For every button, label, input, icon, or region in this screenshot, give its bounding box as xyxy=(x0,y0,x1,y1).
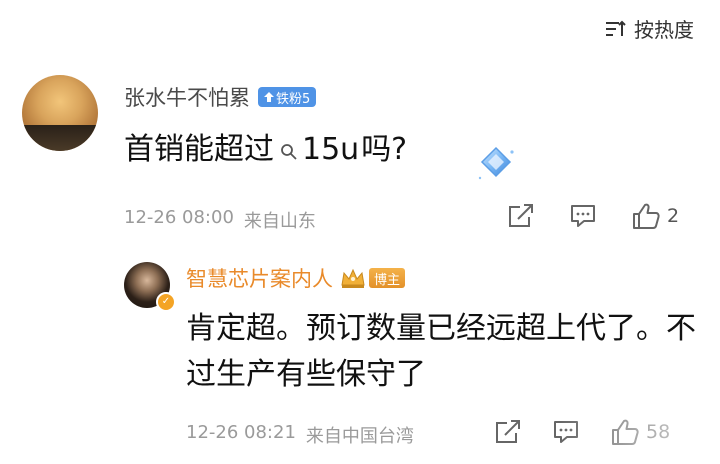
like-icon xyxy=(612,419,639,445)
reply-like-count: 58 xyxy=(646,421,671,443)
reply-username[interactable]: 智慧芯片案内人 xyxy=(186,263,333,293)
reply-timestamp: 12-26 08:21 xyxy=(186,422,296,443)
comment-author[interactable]: 张水牛不怕累 铁粉5 xyxy=(124,82,317,112)
reply-comment-button[interactable] xyxy=(552,419,580,445)
like-count: 2 xyxy=(667,205,680,227)
search-icon[interactable] xyxy=(280,134,298,160)
sort-by-hot-button[interactable]: 按热度 xyxy=(604,14,694,43)
like-button[interactable]: 2 xyxy=(631,202,679,230)
share-icon xyxy=(496,420,520,443)
comment-icon xyxy=(571,205,595,227)
sort-label: 按热度 xyxy=(634,18,694,42)
reply-author[interactable]: 智慧芯片案内人 博主 xyxy=(186,263,406,293)
reply-text: 肯定超。预订数量已经远超上代了。不过生产有些保守了 xyxy=(186,311,696,392)
crown-icon xyxy=(341,268,365,288)
blogger-badge[interactable]: 博主 xyxy=(369,268,406,288)
username[interactable]: 张水牛不怕累 xyxy=(124,82,250,112)
search-link[interactable]: 15u xyxy=(302,132,359,167)
sort-icon xyxy=(604,19,626,39)
reply-meta: 12-26 08:21 来自中国台湾 xyxy=(186,422,414,448)
reply-actions: 58 xyxy=(494,418,670,446)
comment-text-before: 首销能超过 xyxy=(124,132,274,167)
share-icon xyxy=(509,204,533,227)
share-button[interactable] xyxy=(507,203,535,229)
like-icon xyxy=(633,203,660,229)
fan-badge[interactable]: 铁粉5 xyxy=(258,87,317,107)
reply-like-button[interactable]: 58 xyxy=(610,418,670,446)
verified-icon: ✓ xyxy=(156,292,176,312)
comment-meta: 12-26 08:00 来自山东 xyxy=(124,207,316,233)
comment-text-after: 吗? xyxy=(361,132,408,167)
diamond-sticker-icon xyxy=(478,146,514,180)
timestamp: 12-26 08:00 xyxy=(124,207,234,228)
avatar[interactable] xyxy=(22,75,98,151)
reply-share-button[interactable] xyxy=(494,419,522,445)
fan-badge-label: 铁粉5 xyxy=(276,91,311,107)
reply-location: 来自中国台湾 xyxy=(305,426,414,447)
arrow-up-icon xyxy=(264,92,274,102)
comment-icon xyxy=(554,421,578,443)
comment-actions: 2 xyxy=(507,202,679,230)
location: 来自山东 xyxy=(243,211,316,232)
comment-text: 首销能超过 15u 吗? xyxy=(124,124,407,168)
comment-button[interactable] xyxy=(569,203,597,229)
